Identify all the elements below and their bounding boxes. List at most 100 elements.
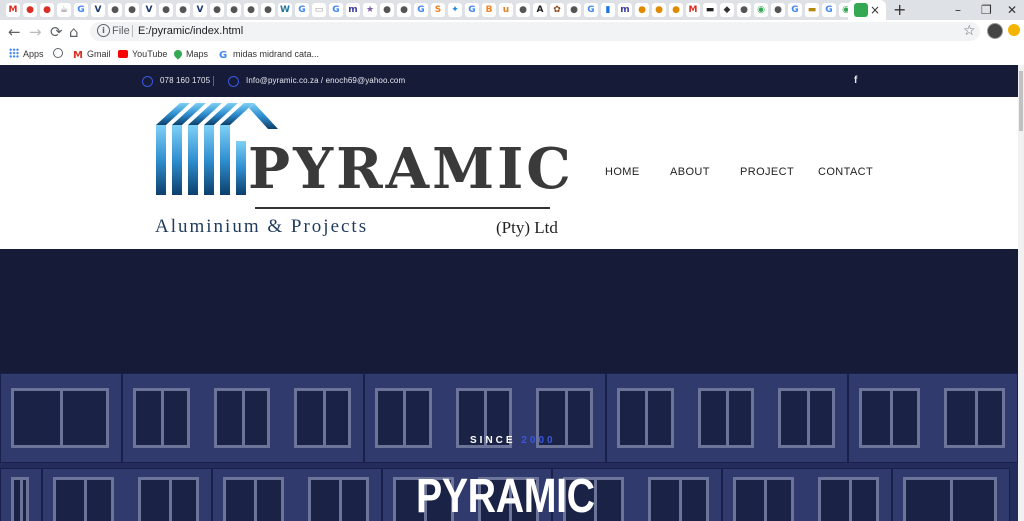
bookmark-gmail[interactable]: M Gmail — [73, 47, 111, 61]
topbar-divider — [213, 76, 214, 86]
tab-favicon-icon[interactable]: ☕ — [57, 3, 71, 17]
tab-favicon-icon[interactable]: G — [295, 3, 309, 17]
tab-favicon-icon[interactable]: G — [74, 3, 88, 17]
topbar-phone[interactable]: 078 160 1705 — [160, 75, 210, 87]
address-bar[interactable]: i File E:/pyramic/index.html ☆ — [90, 22, 980, 41]
tab-favicon-icon[interactable]: B — [482, 3, 496, 17]
tab-favicon-icon[interactable]: ● — [176, 3, 190, 17]
info-icon[interactable]: i — [97, 24, 110, 37]
topbar-email[interactable]: Info@pyramic.co.za / enoch69@yahoo.com — [246, 75, 405, 87]
home-button[interactable]: ⌂ — [69, 23, 79, 41]
tab-favicon-icon[interactable]: G — [788, 3, 802, 17]
youtube-icon — [118, 50, 128, 58]
website-viewport: 078 160 1705 Info@pyramic.co.za / enoch6… — [0, 65, 1018, 521]
tab-favicon-icon[interactable]: V — [193, 3, 207, 17]
tab-favicon-icon[interactable]: ▭ — [312, 3, 326, 17]
logo-suffix: (Pty) Ltd — [496, 218, 558, 237]
apps-icon — [9, 48, 19, 58]
tab-favicon-icon[interactable]: ★ — [363, 3, 377, 17]
site-header: PYRAMIC Aluminium & Projects (Pty) Ltd H… — [0, 97, 1018, 249]
site-topbar: 078 160 1705 Info@pyramic.co.za / enoch6… — [0, 65, 1018, 97]
address-url[interactable]: E:/pyramic/index.html — [138, 25, 243, 38]
tab-favicon-icon[interactable]: ● — [397, 3, 411, 17]
bookmark-star-icon[interactable]: ☆ — [963, 23, 976, 39]
browser-toolbar: ← → ⟳ ⌂ i File E:/pyramic/index.html ☆ — [0, 20, 1024, 44]
tab-favicon-icon[interactable]: ● — [23, 3, 37, 17]
tab-favicon-icon[interactable]: V — [91, 3, 105, 17]
tab-favicon-icon[interactable]: ● — [771, 3, 785, 17]
tab-favicon-icon[interactable]: ▬ — [805, 3, 819, 17]
tab-favicon-icon[interactable]: W — [278, 3, 292, 17]
logo-wordmark[interactable]: PYRAMIC — [248, 139, 574, 199]
phone-icon — [142, 76, 153, 87]
logo-rule — [255, 207, 550, 209]
active-tab[interactable] — [848, 0, 886, 20]
page-scrollbar[interactable] — [1018, 65, 1024, 521]
reload-button[interactable]: ⟳ — [50, 23, 63, 41]
address-divider — [132, 25, 133, 37]
tab-close-icon[interactable]: × — [870, 2, 880, 18]
bookmark-midas[interactable]: Gmidas midrand cata... — [219, 47, 319, 61]
close-window-button[interactable]: ✕ — [1007, 2, 1017, 18]
tab-favicon-icon[interactable]: ● — [380, 3, 394, 17]
tab-favicon-icon[interactable]: G — [465, 3, 479, 17]
tab-favicon-icon[interactable]: A — [533, 3, 547, 17]
forward-button[interactable]: → — [29, 23, 42, 41]
tab-favicon-icon[interactable]: ● — [567, 3, 581, 17]
tab-favicon-icon[interactable]: u — [499, 3, 513, 17]
bookmark-apps[interactable]: Apps — [9, 47, 44, 61]
back-button[interactable]: ← — [8, 23, 21, 41]
tab-favicon-icon[interactable]: ● — [261, 3, 275, 17]
tab-favicon-icon[interactable]: m — [346, 3, 360, 17]
tab-favicon-icon[interactable]: V — [142, 3, 156, 17]
tab-favicon-icon[interactable]: ◆ — [720, 3, 734, 17]
hero-since: SINCE 2000 — [470, 435, 556, 446]
nav-home[interactable]: HOME — [605, 165, 640, 179]
tab-favicon-icon[interactable]: ● — [227, 3, 241, 17]
tab-favicon-icon[interactable]: ● — [516, 3, 530, 17]
facebook-icon[interactable]: f — [854, 74, 857, 88]
hero-title: PYRAMIC — [416, 470, 595, 521]
extension-icon[interactable] — [1008, 24, 1020, 36]
tab-favicon-icon[interactable]: M — [686, 3, 700, 17]
new-tab-button[interactable]: + — [893, 0, 906, 20]
tab-favicon-icon[interactable]: M — [6, 3, 20, 17]
tab-favicon-icon[interactable]: ● — [669, 3, 683, 17]
tab-favicon-icon[interactable]: G — [414, 3, 428, 17]
tab-favicon-icon[interactable]: G — [822, 3, 836, 17]
minimize-button[interactable]: – — [955, 2, 961, 18]
browser-tab-strip: M ● ● ☕ G V ● ● V ● ● V ● ● ● ● W G ▭ Gm ★ ● ● G S ✦ G Bu ● A ✿ ● G ▮ m ● ● ●… — [0, 0, 1024, 20]
email-icon — [228, 76, 239, 87]
tab-favicon-icon[interactable]: ▮ — [601, 3, 615, 17]
tab-favicon-icon[interactable]: ● — [244, 3, 258, 17]
profile-avatar[interactable] — [987, 23, 1003, 39]
tab-favicon-icon[interactable]: ● — [210, 3, 224, 17]
tab-favicon-icon[interactable]: ● — [737, 3, 751, 17]
tab-favicon-icon[interactable]: ◉ — [754, 3, 768, 17]
nav-contact[interactable]: CONTACT — [818, 165, 873, 179]
bookmark-globe[interactable] — [53, 47, 67, 61]
tab-favicon-icon[interactable]: G — [329, 3, 343, 17]
tab-favicon-icon[interactable]: ✦ — [448, 3, 462, 17]
bookmark-youtube[interactable]: YouTube — [118, 47, 167, 61]
tab-favicon-icon[interactable]: ● — [40, 3, 54, 17]
globe-icon — [53, 48, 63, 58]
gmail-icon: M — [73, 50, 83, 61]
restore-button[interactable]: ❐ — [981, 2, 992, 18]
tab-favicon-icon[interactable]: ▬ — [703, 3, 717, 17]
maps-icon — [172, 48, 184, 60]
nav-project[interactable]: PROJECT — [740, 165, 794, 179]
tab-favicon-icon[interactable]: ● — [108, 3, 122, 17]
tab-favicon-icon[interactable]: ● — [125, 3, 139, 17]
scrollbar-thumb[interactable] — [1019, 71, 1023, 131]
bookmark-maps[interactable]: Maps — [172, 47, 208, 61]
nav-about[interactable]: ABOUT — [670, 165, 710, 179]
hero-dark-band — [0, 249, 1018, 373]
tab-favicon-icon[interactable]: m — [618, 3, 632, 17]
tab-favicon-icon[interactable]: G — [584, 3, 598, 17]
tab-favicon-icon[interactable]: ● — [652, 3, 666, 17]
tab-favicon-icon[interactable]: ● — [159, 3, 173, 17]
tab-favicon-icon[interactable]: ● — [635, 3, 649, 17]
tab-favicon-icon[interactable]: ✿ — [550, 3, 564, 17]
tab-favicon-icon[interactable]: S — [431, 3, 445, 17]
